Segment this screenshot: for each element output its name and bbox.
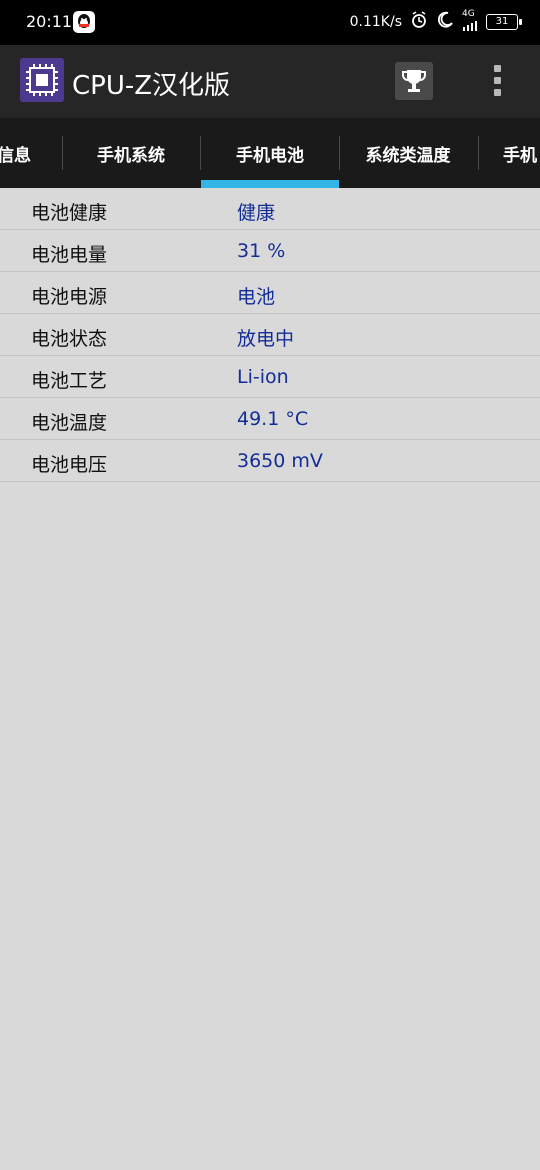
battery-health-value: 健康 xyxy=(237,202,276,224)
table-row: 电池工艺 Li-ion xyxy=(0,356,540,398)
battery-power-source-label: 电池电源 xyxy=(31,286,108,308)
battery-level-label: 电池电量 xyxy=(31,244,108,266)
signal-4g-icon: 4G xyxy=(462,9,478,31)
table-row: 电池电压 3650 mV xyxy=(0,440,540,482)
tab-temperature[interactable]: 系统类温度 xyxy=(339,118,477,188)
battery-health-label: 电池健康 xyxy=(31,202,108,224)
battery-status-label: 电池状态 xyxy=(31,328,108,350)
table-row: 电池温度 49.1 °C xyxy=(0,398,540,440)
battery-temperature-value: 49.1 °C xyxy=(237,408,309,430)
battery-icon: 31 xyxy=(486,14,522,30)
trophy-icon[interactable] xyxy=(395,62,433,100)
status-bar: 20:11 0.11K/s 4G 31 xyxy=(0,0,540,45)
more-vert-icon[interactable] xyxy=(485,63,511,99)
status-time: 20:11 xyxy=(26,12,73,31)
app-title: CPU-Z汉化版 xyxy=(72,71,231,101)
battery-status-value: 放电中 xyxy=(237,328,295,350)
battery-voltage-value: 3650 mV xyxy=(237,450,323,472)
network-speed: 0.11K/s xyxy=(349,14,402,30)
battery-technology-value: Li-ion xyxy=(237,366,289,388)
active-tab-indicator xyxy=(201,180,339,188)
tab-bar: 信息 手机系统 手机电池 系统类温度 手机 xyxy=(0,118,540,188)
battery-level-value: 31 % xyxy=(237,240,286,262)
battery-temperature-label: 电池温度 xyxy=(31,412,108,434)
table-row: 电池电量 31 % xyxy=(0,230,540,272)
tab-battery[interactable]: 手机电池 xyxy=(201,118,339,188)
table-row: 电池状态 放电中 xyxy=(0,314,540,356)
table-row: 电池健康 健康 xyxy=(0,188,540,230)
cpu-logo-icon xyxy=(20,58,64,102)
moon-icon xyxy=(436,11,454,33)
battery-voltage-label: 电池电压 xyxy=(31,454,108,476)
app-bar: CPU-Z汉化版 xyxy=(0,45,540,118)
alarm-icon xyxy=(410,11,428,33)
battery-power-source-value: 电池 xyxy=(237,286,276,308)
battery-info-table: 电池健康 健康 电池电量 31 % 电池电源 电池 电池状态 放电中 电池工艺 … xyxy=(0,188,540,482)
tab-system[interactable]: 手机系统 xyxy=(62,118,200,188)
table-row: 电池电源 电池 xyxy=(0,272,540,314)
qq-notification-icon xyxy=(73,11,95,33)
battery-technology-label: 电池工艺 xyxy=(31,370,108,392)
tab-phone[interactable]: 手机 xyxy=(478,118,540,188)
